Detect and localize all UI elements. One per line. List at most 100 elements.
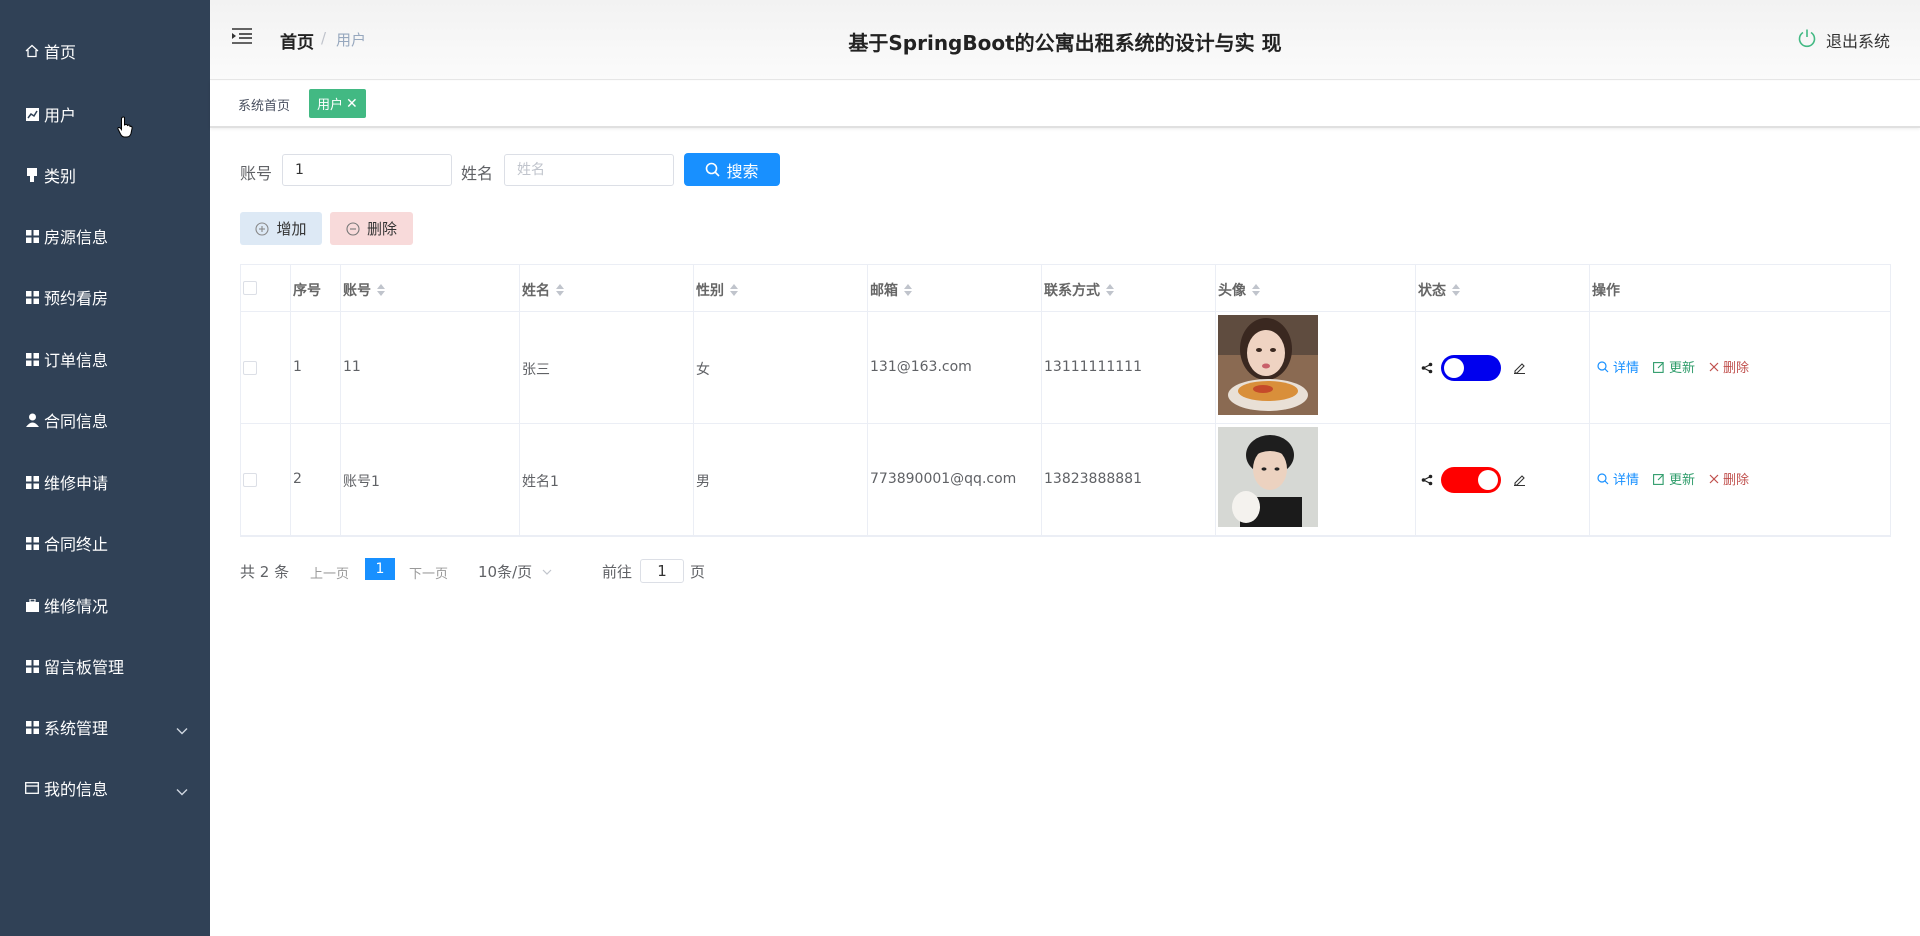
row-checkbox[interactable] [243,361,257,375]
update-button[interactable]: 更新 [1653,357,1695,376]
briefcase-icon [24,597,40,613]
sidebar-item-my-info[interactable]: 我的信息 [0,763,210,813]
grid-icon [24,351,40,367]
logout-label: 退出系统 [1825,32,1890,51]
next-page-button[interactable]: 下一页 [409,563,448,582]
header-avatar[interactable]: 头像 [1218,280,1260,300]
power-icon [1797,28,1817,52]
row-delete-button[interactable]: 删除 [1709,469,1749,488]
sidebar-item-users[interactable]: 用户 [0,89,210,139]
top-header: 首页 / 用户 基于SpringBoot的公寓出租系统的设计与实 现 退出系统 [210,0,1920,80]
avatar-image[interactable] [1218,427,1318,527]
share-icon[interactable] [1421,362,1433,378]
sidebar-item-contract-termination[interactable]: 合同终止 [0,518,210,568]
account-search-input[interactable] [282,154,452,186]
prev-page-button[interactable]: 上一页 [310,563,349,582]
sidebar-item-label: 房源信息 [44,228,109,247]
close-icon [1709,474,1719,483]
sidebar-item-repair-request[interactable]: 维修申请 [0,457,210,507]
card-icon [24,780,40,796]
account-label: 账号 [240,164,273,183]
detail-button[interactable]: 详情 [1597,357,1639,376]
search-button[interactable]: 搜索 [684,153,780,186]
row-checkbox[interactable] [243,473,257,487]
sidebar-item-label: 系统管理 [44,719,109,738]
status-toggle[interactable] [1441,467,1501,493]
update-label: 更新 [1669,361,1696,376]
sidebar-item-message-board[interactable]: 留言板管理 [0,641,210,691]
page-size-select[interactable]: 10条/页 [478,561,552,582]
select-all-checkbox[interactable] [243,281,257,295]
sort-icon[interactable] [556,284,564,296]
header-phone-label: 联系方式 [1044,283,1100,299]
page-number-current[interactable]: 1 [365,558,395,580]
header-phone[interactable]: 联系方式 [1044,280,1114,300]
cell-account: 账号1 [343,474,380,490]
header-name-label: 姓名 [522,283,550,299]
tag-users-active[interactable]: 用户 ✕ [309,89,366,118]
plus-circle-icon [255,221,270,236]
update-button[interactable]: 更新 [1653,469,1695,488]
sort-icon[interactable] [904,284,912,296]
sidebar-item-repair-status[interactable]: 维修情况 [0,580,210,630]
logout-button[interactable]: 退出系统 [1797,28,1890,52]
sidebar-item-listings[interactable]: 房源信息 [0,211,210,261]
name-search-input[interactable] [504,154,674,186]
close-icon [1709,362,1719,371]
goto-page-input[interactable] [640,559,684,583]
cell-gender: 女 [696,362,710,378]
cell-phone: 13111111111 [1044,359,1142,375]
header-account[interactable]: 账号 [343,280,385,300]
search-button-label: 搜索 [726,161,759,181]
share-icon[interactable] [1421,474,1433,490]
delete-button[interactable]: 删除 [330,212,413,245]
row-delete-button[interactable]: 删除 [1709,357,1749,376]
sidebar-item-label: 用户 [44,106,77,125]
sort-icon[interactable] [1252,284,1260,296]
grid-icon [24,535,40,551]
update-label: 更新 [1669,473,1696,488]
sort-icon[interactable] [377,284,385,296]
sort-icon[interactable] [1452,284,1460,296]
tag-home[interactable]: 系统首页 [238,95,290,114]
header-gender[interactable]: 性别 [696,280,738,300]
header-ops: 操作 [1592,280,1620,300]
grid-icon [24,658,40,674]
edit-pen-icon[interactable] [1513,473,1526,490]
header-status[interactable]: 状态 [1418,280,1460,300]
sidebar-item-system-management[interactable]: 系统管理 [0,702,210,752]
sidebar-item-viewing[interactable]: 预约看房 [0,272,210,322]
search-icon [1597,472,1609,484]
cell-phone: 13823888881 [1044,471,1142,487]
grid-icon [24,474,40,490]
sidebar-item-label: 首页 [44,43,77,62]
close-icon[interactable]: ✕ [346,96,358,112]
cell-name: 张三 [522,362,550,378]
edit-icon [1653,473,1664,485]
edit-pen-icon[interactable] [1513,361,1526,378]
sidebar-item-orders[interactable]: 订单信息 [0,334,210,384]
sort-icon[interactable] [730,284,738,296]
detail-label: 详情 [1613,473,1640,488]
sort-icon[interactable] [1106,284,1114,296]
table-row: 2 账号1 姓名1 男 773890001@qq.com 13823888881… [241,424,1890,536]
header-email[interactable]: 邮箱 [870,280,912,300]
status-toggle[interactable] [1441,355,1501,381]
table-row: 1 11 张三 女 131@163.com 13111111111 详情 更新 … [241,312,1890,424]
header-name[interactable]: 姓名 [522,280,564,300]
header-gender-label: 性别 [696,283,724,299]
goto-label: 前往 [602,563,633,581]
cell-email: 773890001@qq.com [870,471,1017,487]
delete-button-label: 删除 [366,220,397,238]
cell-index: 2 [293,471,302,487]
cell-email: 131@163.com [870,359,972,375]
grid-icon [24,228,40,244]
add-button[interactable]: 增加 [240,212,322,245]
avatar-image[interactable] [1218,315,1318,415]
sidebar-item-category[interactable]: 类别 [0,150,210,200]
cell-account: 11 [343,359,361,375]
sidebar-item-contracts[interactable]: 合同信息 [0,395,210,445]
detail-button[interactable]: 详情 [1597,469,1639,488]
sidebar-item-home[interactable]: 首页 [0,26,210,76]
row-delete-label: 删除 [1723,361,1750,376]
